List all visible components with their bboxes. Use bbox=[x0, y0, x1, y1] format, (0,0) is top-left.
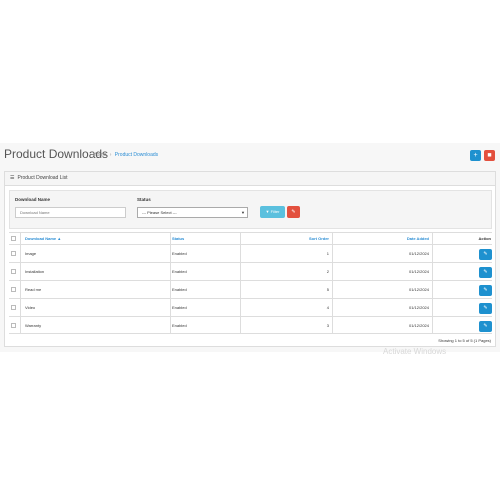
add-new-button[interactable]: + bbox=[470, 150, 481, 161]
page-header: Product Downloads Home › Product Downloa… bbox=[0, 143, 500, 167]
row-download-name: Video bbox=[25, 305, 36, 310]
panel-title: Product Download List bbox=[17, 175, 68, 181]
breadcrumb: Home › Product Downloads bbox=[93, 152, 158, 158]
download-name-input[interactable] bbox=[15, 207, 126, 218]
row-sort-order: 3 bbox=[326, 323, 329, 328]
download-list-panel: ☰Product Download List Download Name Sta… bbox=[4, 171, 496, 347]
breadcrumb-current-link[interactable]: Product Downloads bbox=[115, 152, 158, 158]
sort-ascending-icon: ▲ bbox=[57, 236, 62, 241]
row-download-name: Warranty bbox=[25, 323, 42, 328]
column-divider bbox=[240, 232, 241, 334]
delete-button[interactable]: ■ bbox=[484, 150, 495, 161]
chevron-down-icon: ▼ bbox=[241, 210, 245, 215]
pencil-icon: ✎ bbox=[483, 251, 488, 257]
download-name-label: Download Name bbox=[15, 197, 51, 202]
status-selected-value: --- Please Select --- bbox=[142, 210, 177, 215]
column-divider bbox=[170, 232, 171, 334]
status-select[interactable]: --- Please Select --- ▼ bbox=[137, 207, 248, 218]
eraser-icon: ✎ bbox=[291, 209, 296, 215]
table-row: Video Enabled 4 01/12/2024 ✎ bbox=[9, 298, 492, 316]
column-divider bbox=[20, 232, 21, 334]
content-area: Product Downloads Home › Product Downloa… bbox=[0, 143, 500, 352]
row-checkbox[interactable] bbox=[11, 287, 16, 292]
row-sort-order: 2 bbox=[326, 269, 329, 274]
row-sort-order: 5 bbox=[326, 287, 329, 292]
row-sort-order: 4 bbox=[326, 305, 329, 310]
table-row: Warranty Enabled 3 01/12/2024 ✎ bbox=[9, 316, 492, 334]
row-date-added: 01/12/2024 bbox=[408, 305, 429, 310]
downloads-table: Download Name ▲ Status Sort Order Date A… bbox=[9, 232, 492, 334]
panel-heading: ☰ Product Download List bbox=[5, 172, 495, 186]
row-checkbox[interactable] bbox=[11, 269, 16, 274]
row-date-added: 01/12/2024 bbox=[408, 287, 429, 292]
table-row: Read me Enabled 5 01/12/2024 ✎ bbox=[9, 280, 492, 298]
table-header-row: Download Name ▲ Status Sort Order Date A… bbox=[9, 232, 492, 244]
breadcrumb-separator: › bbox=[109, 152, 112, 158]
edit-button[interactable]: ✎ bbox=[479, 285, 492, 296]
pagination-text: Showing 1 to 5 of 5 (1 Pages) bbox=[438, 338, 491, 343]
row-status: Enabled bbox=[172, 305, 187, 310]
edit-button[interactable]: ✎ bbox=[479, 303, 492, 314]
row-checkbox[interactable] bbox=[11, 251, 16, 256]
breadcrumb-home-link[interactable]: Home bbox=[93, 152, 106, 158]
edit-button[interactable]: ✎ bbox=[479, 321, 492, 332]
row-download-name: Read me bbox=[25, 287, 42, 292]
row-date-added: 01/12/2024 bbox=[408, 269, 429, 274]
filter-button[interactable]: ▼ Filter bbox=[260, 206, 285, 218]
select-all-checkbox[interactable] bbox=[11, 236, 16, 241]
filter-box: Download Name Status --- Please Select -… bbox=[9, 190, 492, 229]
list-icon: ☰ bbox=[10, 175, 15, 181]
column-divider bbox=[432, 232, 433, 334]
trash-icon: ■ bbox=[487, 152, 492, 159]
table-row: Image Enabled 1 01/12/2024 ✎ bbox=[9, 244, 492, 262]
pencil-icon: ✎ bbox=[483, 287, 488, 293]
pencil-icon: ✎ bbox=[483, 269, 488, 275]
pencil-icon: ✎ bbox=[483, 305, 488, 311]
row-status: Enabled bbox=[172, 287, 187, 292]
row-download-name: Installation bbox=[25, 269, 45, 274]
row-download-name: Image bbox=[25, 251, 37, 256]
row-sort-order: 1 bbox=[326, 251, 329, 256]
row-status: Enabled bbox=[172, 251, 187, 256]
row-checkbox[interactable] bbox=[11, 305, 16, 310]
status-label: Status bbox=[137, 197, 151, 202]
edit-button[interactable]: ✎ bbox=[479, 249, 492, 260]
row-status: Enabled bbox=[172, 323, 187, 328]
column-divider bbox=[332, 232, 333, 334]
plus-icon: + bbox=[473, 152, 478, 159]
reset-filter-button[interactable]: ✎ bbox=[287, 206, 300, 218]
pencil-icon: ✎ bbox=[483, 323, 488, 329]
table-row: Installation Enabled 2 01/12/2024 ✎ bbox=[9, 262, 492, 280]
row-date-added: 01/12/2024 bbox=[408, 251, 429, 256]
edit-button[interactable]: ✎ bbox=[479, 267, 492, 278]
row-date-added: 01/12/2024 bbox=[408, 323, 429, 328]
row-checkbox[interactable] bbox=[11, 323, 16, 328]
row-status: Enabled bbox=[172, 269, 187, 274]
activate-windows-watermark: Activate Windows bbox=[383, 347, 447, 356]
filter-button-label: Filter bbox=[270, 209, 280, 214]
filter-icon: ▼ bbox=[265, 209, 270, 214]
